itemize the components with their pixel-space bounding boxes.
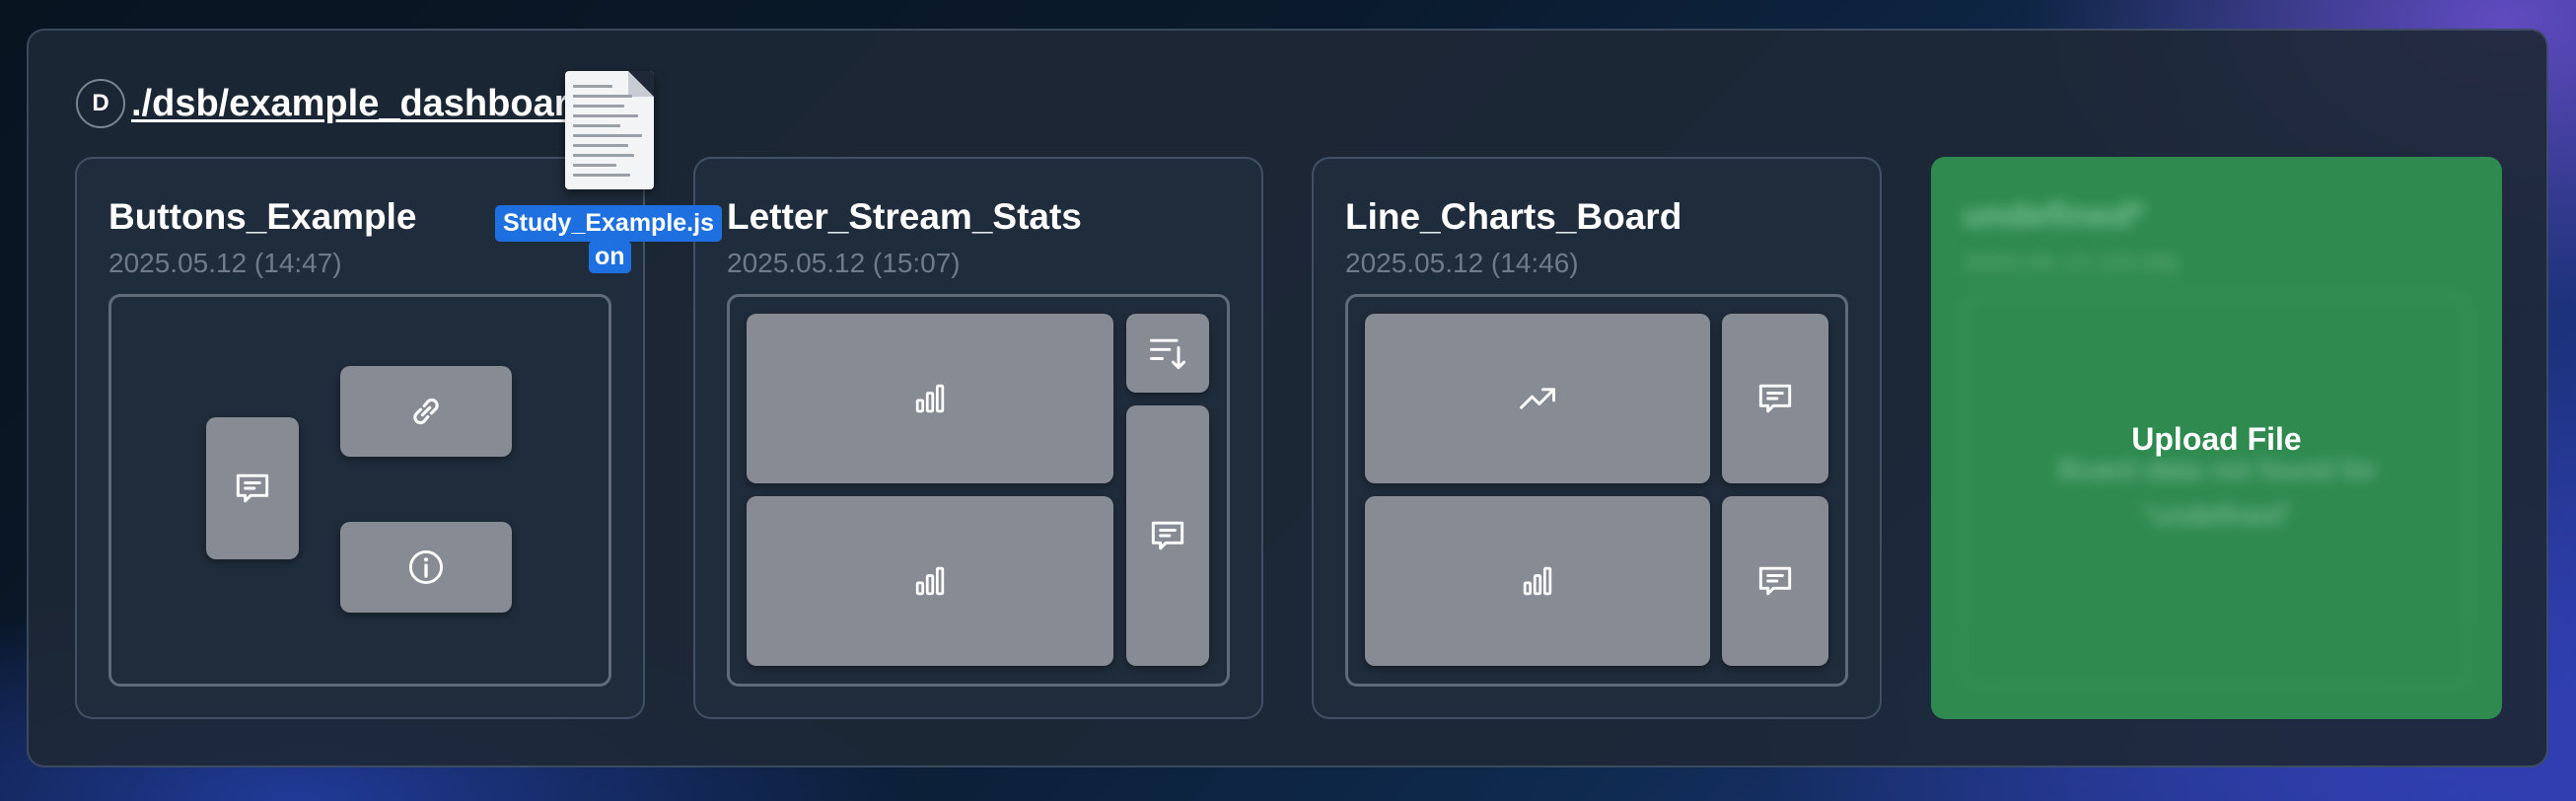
bar-chart-icon <box>908 559 952 603</box>
bar-chart-tile[interactable] <box>747 314 1113 483</box>
folder-header: D ./dsb/example_dashboards <box>76 79 612 128</box>
avatar[interactable]: D <box>76 79 125 128</box>
bar-chart-tile[interactable] <box>1365 496 1710 666</box>
dashboard-card-letter-stream-stats[interactable]: Letter_Stream_Stats 2025.05.12 (15:07) <box>693 157 1263 719</box>
chat-icon <box>1753 559 1797 603</box>
chat-icon <box>1753 377 1797 420</box>
upload-drop-zone[interactable]: undefined* 2025.05.12 (15:08) Board data… <box>1931 157 2502 719</box>
card-date: 2025.05.12 (15:08) <box>1963 248 2180 277</box>
card-date: 2025.05.12 (14:46) <box>1345 248 1579 278</box>
chat-tile[interactable] <box>1722 314 1828 483</box>
card-title: Line_Charts_Board <box>1345 196 1682 237</box>
card-title: Buttons_Example <box>108 196 417 237</box>
bar-chart-icon <box>908 377 952 420</box>
link-icon <box>404 390 448 433</box>
card-title: undefined* <box>1963 194 2146 235</box>
sort-tile[interactable] <box>1126 314 1209 393</box>
layout-preview <box>1345 294 1848 687</box>
error-message: Board data not found for "undefined" <box>2057 454 2377 532</box>
upload-file-label[interactable]: Upload File <box>1931 421 2502 458</box>
chat-tile[interactable] <box>1126 405 1209 666</box>
chat-icon <box>231 467 274 510</box>
card-title: Letter_Stream_Stats <box>727 196 1082 237</box>
info-icon <box>404 546 448 589</box>
dragged-file-name: Study_Example.js <box>495 205 722 242</box>
line-chart-tile[interactable] <box>1365 314 1710 483</box>
card-date: 2025.05.12 (15:07) <box>727 248 961 278</box>
trending-up-icon <box>1516 377 1559 420</box>
chat-tile[interactable] <box>206 417 299 559</box>
dragged-file-icon <box>565 71 654 189</box>
info-tile[interactable] <box>340 522 512 613</box>
bar-chart-icon <box>1516 559 1559 603</box>
sort-icon <box>1146 331 1189 375</box>
card-date: 2025.05.12 (14:47) <box>108 248 342 278</box>
bar-chart-tile[interactable] <box>747 496 1113 666</box>
layout-preview <box>727 294 1230 687</box>
folder-path-link[interactable]: ./dsb/example_dashboards <box>131 83 612 125</box>
link-tile[interactable] <box>340 366 512 457</box>
dragged-file-name-suffix: on <box>589 241 631 273</box>
chat-tile[interactable] <box>1722 496 1828 666</box>
dashboard-card-line-charts-board[interactable]: Line_Charts_Board 2025.05.12 (14:46) <box>1312 157 1882 719</box>
chat-icon <box>1146 514 1189 557</box>
layout-preview <box>108 294 611 687</box>
